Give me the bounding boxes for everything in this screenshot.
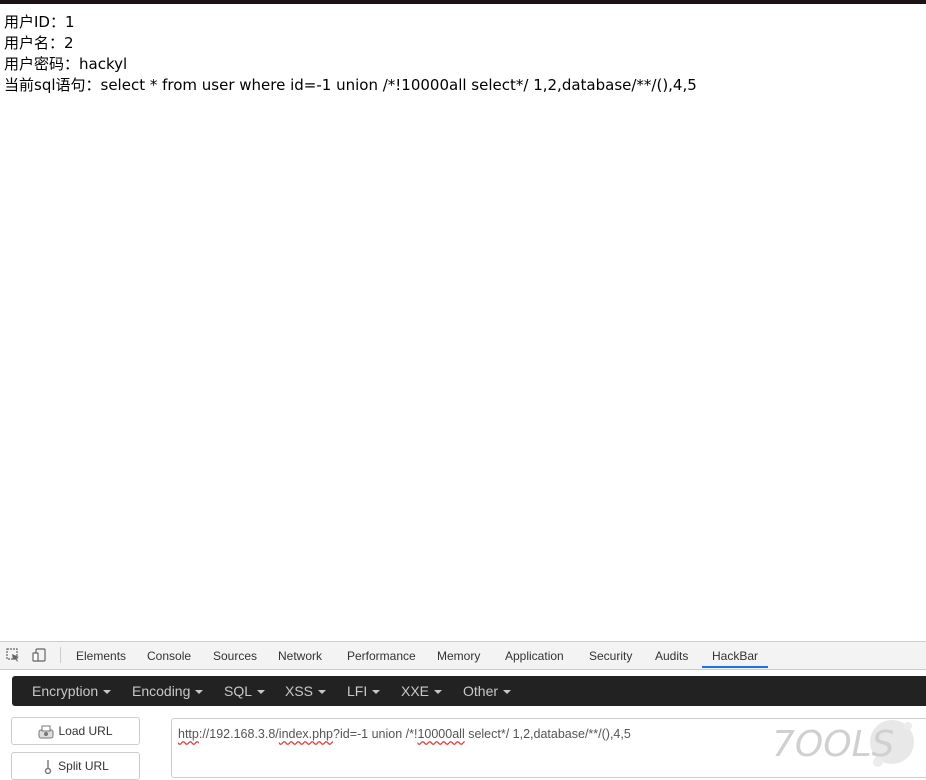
menu-label: XSS <box>285 683 314 699</box>
caret-down-icon <box>195 690 204 695</box>
split-url-label: Split URL <box>58 759 109 773</box>
tab-network[interactable]: Network <box>278 642 322 669</box>
url-part-version: 10000all <box>417 727 465 741</box>
caret-down-icon <box>103 690 112 695</box>
watermark-text: 7OOLS <box>772 724 894 765</box>
query-result: 用户ID：1 用户名：2 用户密码：hackyl 当前sql语句：select … <box>4 12 697 96</box>
menu-xxe[interactable]: XXE <box>401 676 443 706</box>
tab-audits[interactable]: Audits <box>655 642 688 669</box>
menu-sql[interactable]: SQL <box>224 676 266 706</box>
tab-elements[interactable]: Elements <box>76 642 126 669</box>
device-toolbar-icon[interactable] <box>32 648 46 662</box>
tab-security[interactable]: Security <box>589 642 632 669</box>
scissors-icon <box>44 759 52 774</box>
user-name-line: 用户名：2 <box>4 34 74 52</box>
sql-statement-line: 当前sql语句：select * from user where id=-1 u… <box>4 76 697 94</box>
url-part-rest: select*/ 1,2,database/**/(),4,5 <box>464 727 631 741</box>
devtools-tabbar: Elements Console Sources Network Perform… <box>0 642 926 670</box>
menu-encoding[interactable]: Encoding <box>132 676 204 706</box>
menu-label: LFI <box>347 683 368 699</box>
url-part-query: ?id=-1 union /*! <box>333 727 418 741</box>
caret-down-icon <box>257 690 266 695</box>
tab-application[interactable]: Application <box>505 642 564 669</box>
caret-down-icon <box>372 690 381 695</box>
menu-xss[interactable]: XSS <box>285 676 327 706</box>
page-top-border <box>0 0 926 4</box>
menu-encryption[interactable]: Encryption <box>32 676 112 706</box>
inspect-element-icon[interactable] <box>6 648 20 662</box>
load-url-button[interactable]: Load URL <box>11 717 140 745</box>
url-part-path: index.php <box>278 727 334 741</box>
menu-label: Encoding <box>132 683 191 699</box>
tab-memory[interactable]: Memory <box>437 642 480 669</box>
split-url-button[interactable]: Split URL <box>11 752 140 780</box>
user-password-line: 用户密码：hackyl <box>4 55 128 73</box>
menu-label: Encryption <box>32 683 99 699</box>
user-id-line: 用户ID：1 <box>4 13 75 31</box>
menu-other[interactable]: Other <box>463 676 512 706</box>
tab-console[interactable]: Console <box>147 642 191 669</box>
tools-watermark-logo: 7OOLS <box>772 720 914 767</box>
tab-performance[interactable]: Performance <box>347 642 416 669</box>
tab-sources[interactable]: Sources <box>213 642 257 669</box>
url-value: http://192.168.3.8/index.php?id=-1 union… <box>178 727 631 741</box>
menu-label: XXE <box>401 683 430 699</box>
url-part-host: ://192.168.3.8/ <box>198 727 279 741</box>
caret-down-icon <box>434 690 443 695</box>
tab-hackbar[interactable]: HackBar <box>712 642 758 669</box>
url-part-scheme: http <box>178 727 199 741</box>
menu-lfi[interactable]: LFI <box>347 676 381 706</box>
devtools-separator <box>60 647 61 663</box>
menu-label: Other <box>463 683 499 699</box>
hackbar-menubar: Encryption Encoding SQL XSS LFI XXE Othe… <box>12 676 926 706</box>
menu-label: SQL <box>224 683 253 699</box>
load-url-icon <box>38 725 54 739</box>
caret-down-icon <box>318 690 327 695</box>
active-tab-indicator <box>702 666 768 668</box>
load-url-label: Load URL <box>58 724 113 738</box>
caret-down-icon <box>503 690 512 695</box>
